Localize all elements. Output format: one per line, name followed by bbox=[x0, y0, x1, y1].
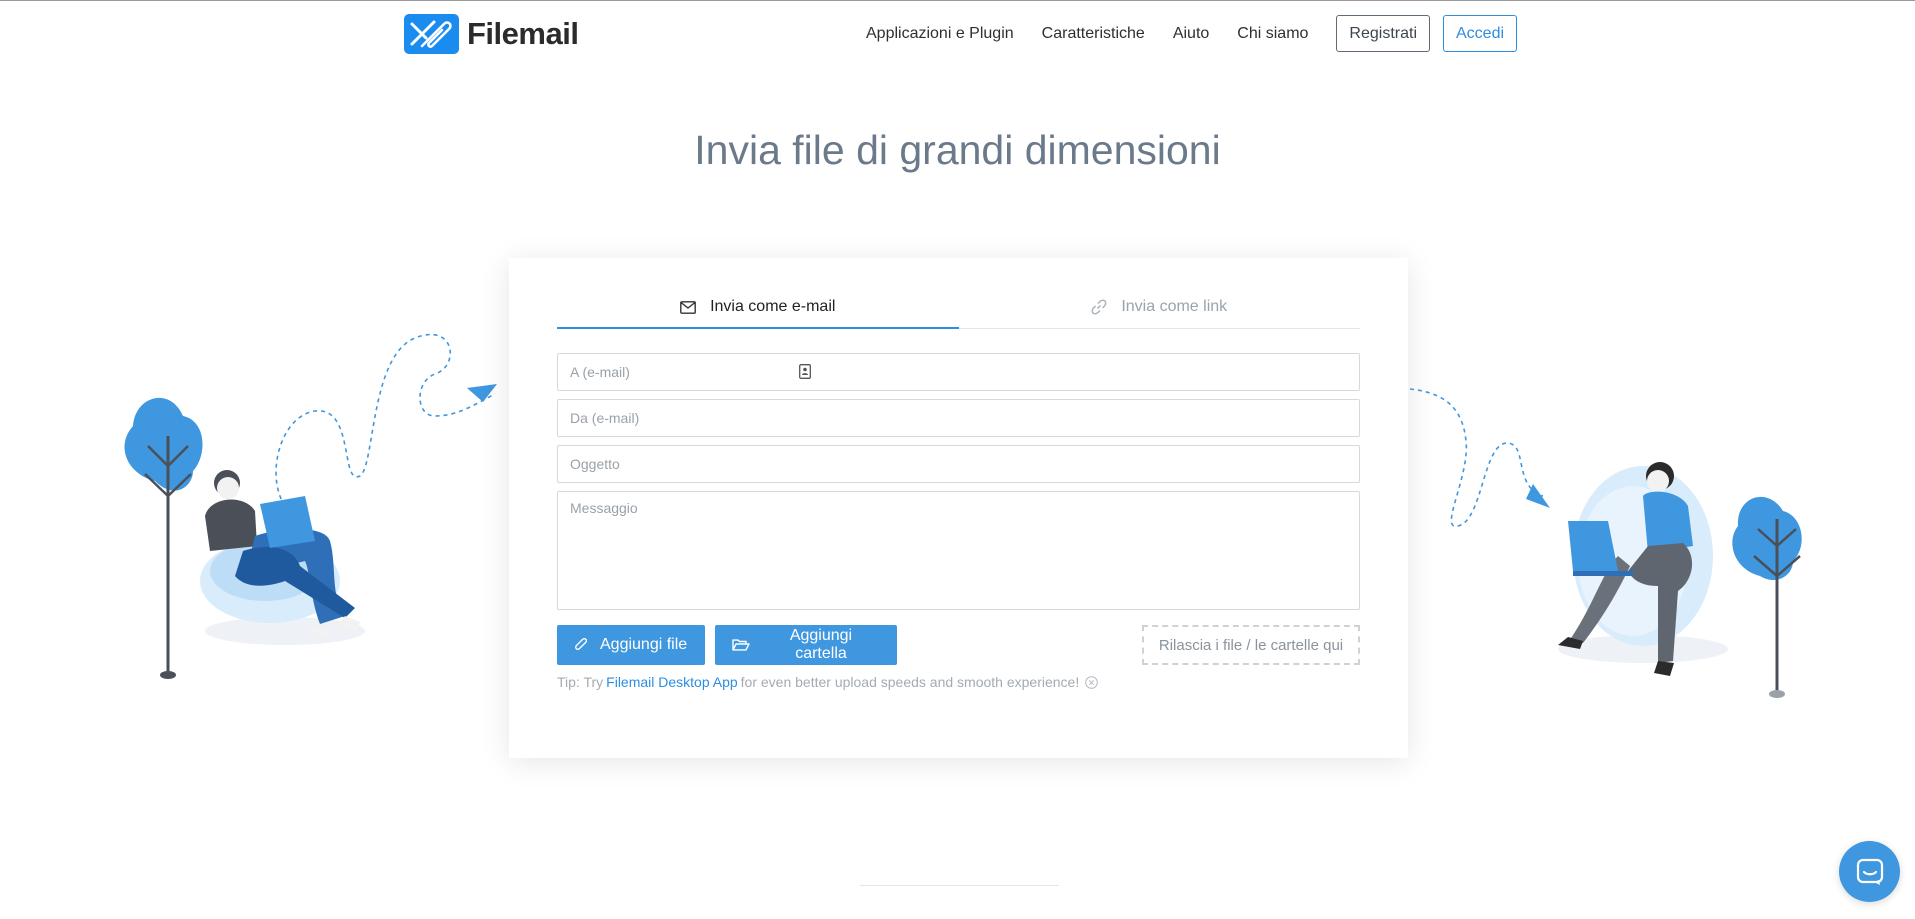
tip-suffix: for even better upload speeds and smooth… bbox=[740, 674, 1080, 690]
login-button[interactable]: Accedi bbox=[1443, 15, 1518, 52]
address-book-icon[interactable] bbox=[799, 364, 811, 379]
site-header: Filemail Applicazioni e Plugin Caratteri… bbox=[0, 1, 1915, 67]
tab-send-email-label: Invia come e-mail bbox=[710, 298, 836, 315]
add-folder-label: Aggiungi cartella bbox=[789, 627, 853, 662]
nav-link-about[interactable]: Chi siamo bbox=[1237, 25, 1308, 43]
main-nav: Applicazioni e Plugin Caratteristiche Ai… bbox=[866, 15, 1518, 52]
tip-prefix: Tip: Try bbox=[557, 674, 604, 690]
link-icon bbox=[1091, 299, 1107, 315]
chat-icon bbox=[1856, 858, 1883, 885]
from-email-input[interactable] bbox=[557, 399, 1360, 437]
nav-link-apps[interactable]: Applicazioni e Plugin bbox=[866, 25, 1014, 43]
desktop-app-tip: Tip: Try Filemail Desktop App for even b… bbox=[557, 674, 1099, 690]
add-folder-button[interactable]: Aggiungi cartella bbox=[715, 625, 897, 665]
register-button[interactable]: Registrati bbox=[1336, 15, 1430, 52]
logo-text: Filemail bbox=[467, 16, 579, 51]
nav-link-features[interactable]: Caratteristiche bbox=[1042, 25, 1145, 43]
subject-input[interactable] bbox=[557, 445, 1360, 483]
envelope-icon bbox=[680, 300, 696, 314]
folder-open-icon bbox=[732, 639, 750, 651]
add-file-label: Aggiungi file bbox=[600, 636, 688, 653]
file-dropzone[interactable]: Rilascia i file / le cartelle qui bbox=[1142, 625, 1360, 665]
footer-divider bbox=[860, 885, 1059, 886]
message-textarea[interactable] bbox=[557, 491, 1360, 610]
tab-send-link[interactable]: Invia come link bbox=[959, 286, 1361, 328]
chat-widget-button[interactable] bbox=[1839, 841, 1900, 902]
tab-send-email[interactable]: Invia come e-mail bbox=[557, 286, 959, 329]
logo-mark-icon bbox=[404, 14, 459, 54]
desktop-app-link[interactable]: Filemail Desktop App bbox=[606, 674, 738, 690]
tab-send-link-label: Invia come link bbox=[1121, 298, 1228, 315]
filemail-logo[interactable]: Filemail bbox=[404, 14, 579, 54]
left-illustration bbox=[124, 333, 497, 679]
close-circle-icon[interactable] bbox=[1085, 675, 1099, 689]
send-mode-tabs: Invia come e-mail Invia come link bbox=[557, 286, 1360, 329]
add-file-button[interactable]: Aggiungi file bbox=[557, 625, 705, 665]
send-card: Invia come e-mail Invia come link Aggiun… bbox=[509, 258, 1408, 758]
paperclip-icon bbox=[575, 638, 588, 650]
page-title: Invia file di grandi dimensioni bbox=[694, 127, 1221, 173]
nav-link-help[interactable]: Aiuto bbox=[1173, 25, 1209, 43]
right-illustration bbox=[1409, 388, 1802, 698]
to-email-input[interactable] bbox=[557, 353, 1360, 391]
